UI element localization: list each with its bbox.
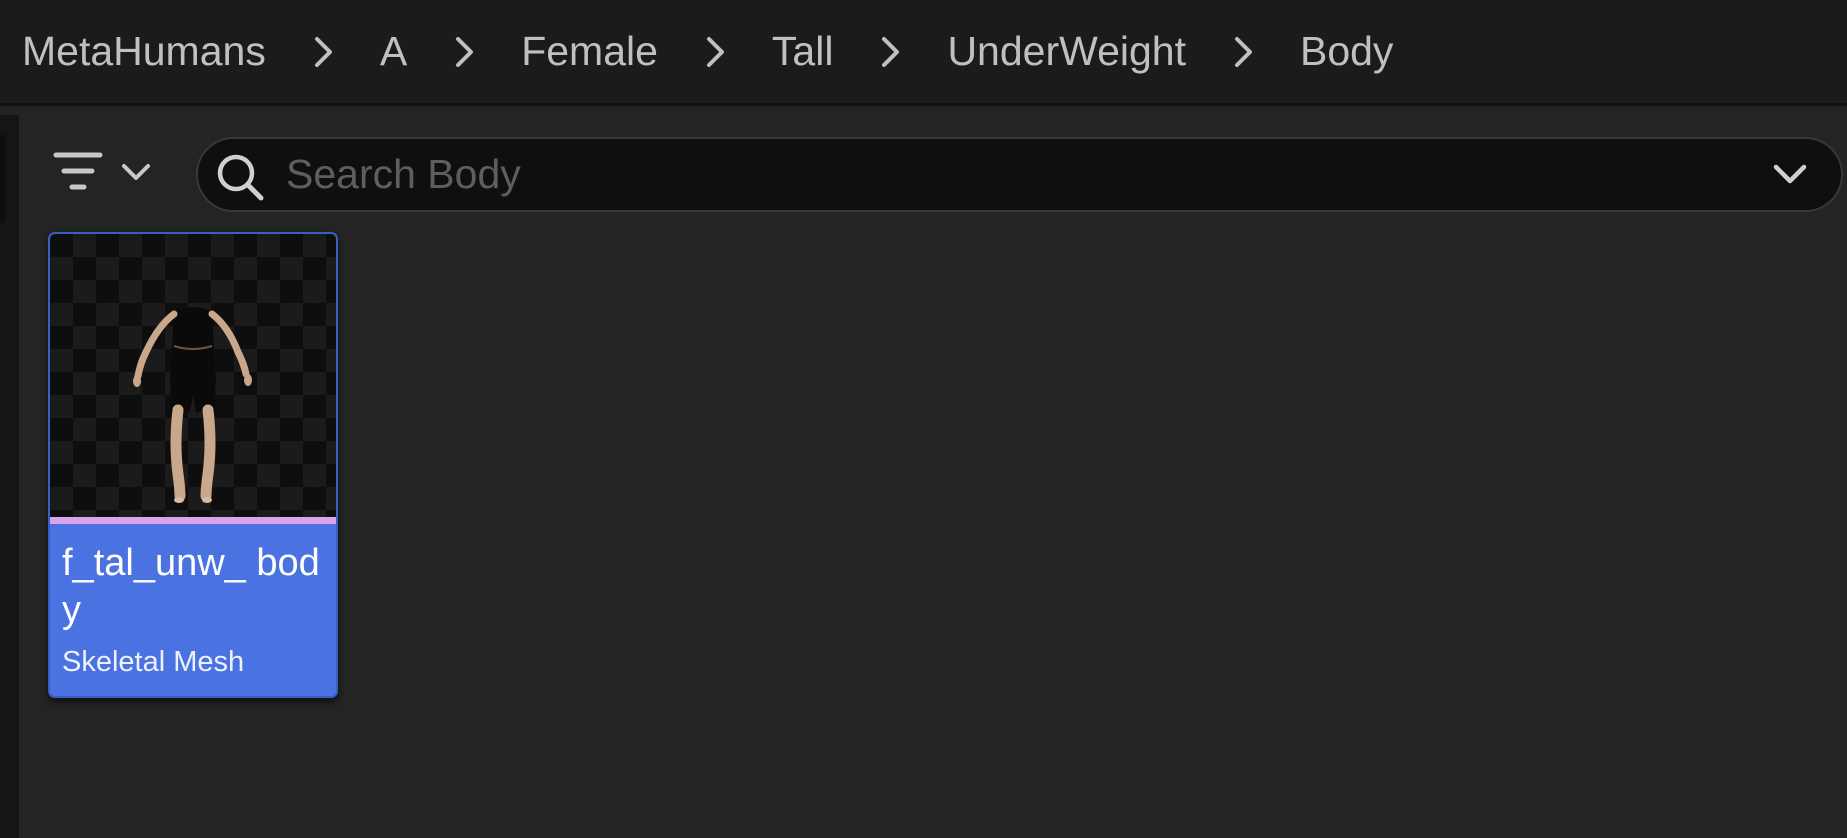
female-body-mesh-preview xyxy=(133,307,252,503)
chevron-right-icon[interactable] xyxy=(833,27,947,77)
chevron-right-icon[interactable] xyxy=(407,27,521,77)
asset-name: f_tal_unw_ body xyxy=(62,542,320,631)
chevron-right-icon[interactable] xyxy=(658,27,772,77)
chevron-right-icon[interactable] xyxy=(1186,27,1300,77)
sources-panel-edge[interactable] xyxy=(0,115,19,838)
breadcrumb-item-tall[interactable]: Tall xyxy=(772,31,834,72)
asset-type-color-strip xyxy=(50,517,336,524)
chevron-down-icon xyxy=(122,164,150,180)
search-input[interactable] xyxy=(286,139,1726,210)
asset-thumbnail xyxy=(50,234,336,517)
panel-resize-handle[interactable] xyxy=(0,135,5,223)
search-box[interactable] xyxy=(196,137,1843,212)
breadcrumb-item-a[interactable]: A xyxy=(380,31,407,72)
filter-button[interactable] xyxy=(52,140,170,204)
search-icon xyxy=(217,154,264,201)
asset-tile[interactable]: f_tal_unw_ body Skeletal Mesh xyxy=(48,232,338,698)
chevron-down-icon[interactable] xyxy=(1768,155,1812,195)
breadcrumb-item-metahumans[interactable]: MetaHumans xyxy=(22,31,266,72)
breadcrumb-item-body[interactable]: Body xyxy=(1300,31,1393,72)
chevron-right-icon[interactable] xyxy=(266,27,380,77)
asset-type-label: Skeletal Mesh xyxy=(62,646,245,678)
breadcrumb-item-underweight[interactable]: UnderWeight xyxy=(947,31,1186,72)
filter-icon xyxy=(53,152,103,190)
breadcrumb-item-female[interactable]: Female xyxy=(521,31,658,72)
breadcrumb: MetaHumans A Female Tall UnderWeight Bod… xyxy=(0,0,1847,106)
